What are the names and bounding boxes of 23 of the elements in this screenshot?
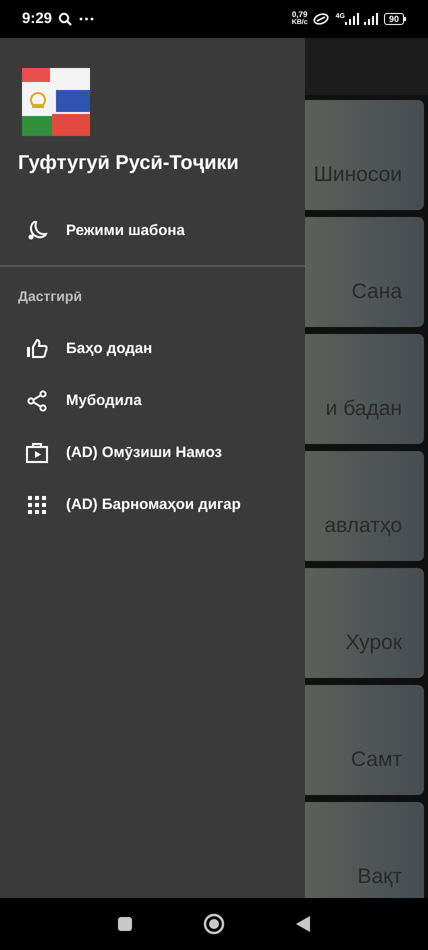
section-title: Дастгирӣ <box>18 287 83 306</box>
thumbs-up-icon <box>25 337 49 361</box>
search-icon <box>58 12 72 26</box>
status-time: 9:29 <box>22 8 52 29</box>
play-case-icon <box>25 441 49 465</box>
home-icon[interactable] <box>203 913 225 935</box>
more-icon <box>79 17 94 21</box>
grid-icon <box>25 493 49 517</box>
app-title: Гуфтугуӣ Русӣ-Тоҷики <box>18 151 240 175</box>
menu-item[interactable]: Баҳо додан <box>0 323 305 375</box>
signal-icon <box>344 13 359 25</box>
network-speed: 0,79 <box>292 11 308 19</box>
back-icon[interactable] <box>295 915 311 933</box>
link-icon <box>312 13 330 25</box>
menu-item[interactable]: Мубодила <box>0 375 305 427</box>
flag-puzzle-icon <box>22 68 90 136</box>
menu-item[interactable]: (AD) Омӯзиши Намоз <box>0 427 305 479</box>
battery-icon: 90 <box>384 13 406 25</box>
menu-item[interactable]: Режими шабона <box>0 205 305 257</box>
recent-apps-icon[interactable] <box>117 916 133 932</box>
menu-item[interactable]: (AD) Барномаҳои дигар <box>0 479 305 531</box>
share-icon <box>25 389 49 413</box>
signal-icon <box>364 13 378 25</box>
